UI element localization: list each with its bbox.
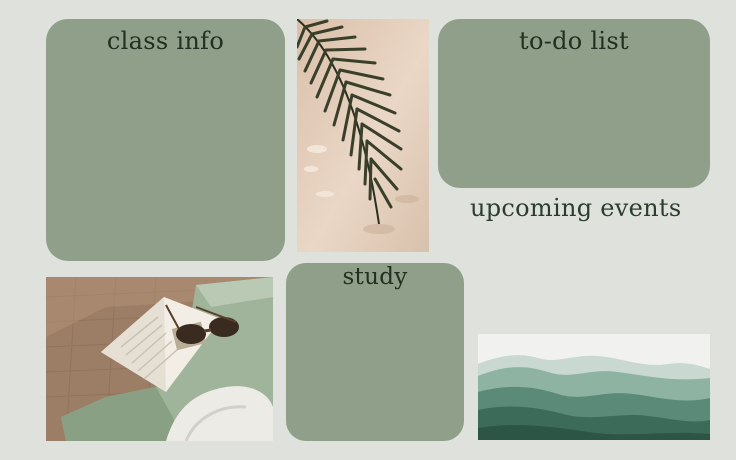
lounge-chair-photo: [46, 277, 273, 441]
upcoming-events-heading[interactable]: upcoming events: [470, 196, 720, 220]
palm-leaf-photo: [297, 19, 429, 252]
todo-list-title: to-do list: [519, 27, 629, 55]
study-title: study: [342, 264, 408, 290]
class-info-card[interactable]: class info: [46, 19, 285, 261]
class-info-title: class info: [106, 27, 225, 55]
dashboard-board: class info to-do list upcoming events st…: [0, 0, 736, 460]
study-card[interactable]: study: [286, 263, 464, 441]
watercolor-mountains-art: [478, 334, 710, 440]
todo-list-card[interactable]: to-do list: [438, 19, 710, 188]
